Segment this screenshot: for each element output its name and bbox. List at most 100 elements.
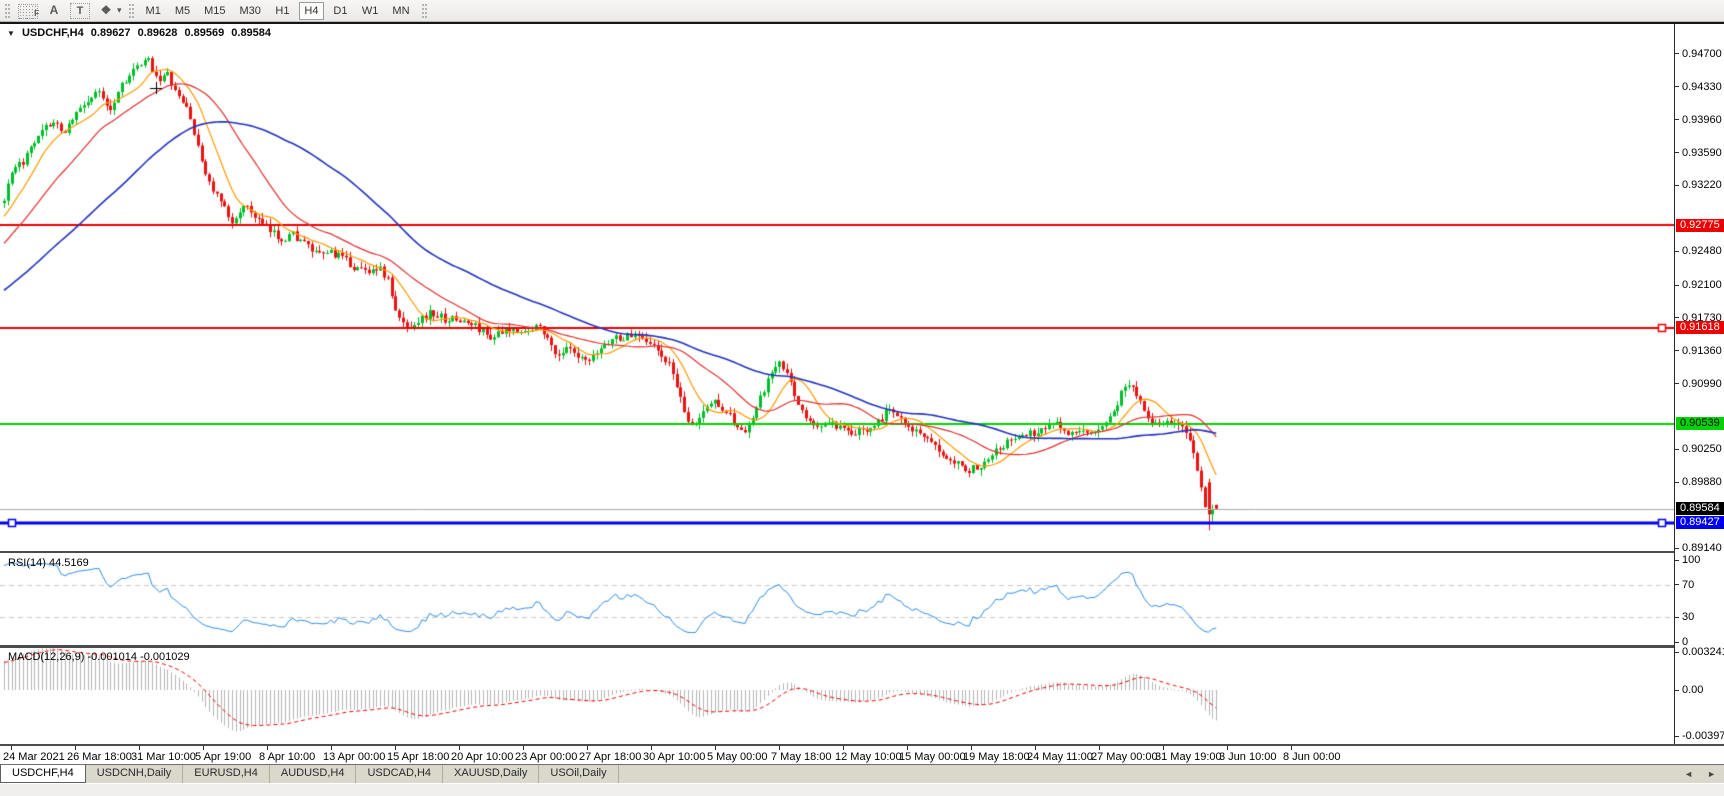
price-tick-label: 0.93220 [1682,179,1722,192]
timeframe-button-mn[interactable]: MN [387,2,414,20]
chart-ohlc-header: ▼ USDCHF,H4 0.89627 0.89628 0.89569 0.89… [7,27,275,39]
chart-tab-xauusd[interactable]: XAUUSD,Daily [443,765,540,783]
chart-tab-bar: USDCHF,H4 USDCNH,Daily EURUSD,H4 AUDUSD,H4 U… [0,764,1724,783]
price-tick-label: 0.94330 [1682,80,1722,93]
tab-scroll-right-icon[interactable]: ► [1707,768,1716,780]
timeframe-button-m1[interactable]: M1 [141,2,166,20]
toolbar-grip[interactable] [5,3,10,18]
macd-tick-mark [1675,651,1679,653]
chart-tab-strip: USDCHF,H4 USDCNH,Daily EURUSD,H4 AUDUSD,H4 U… [0,765,619,783]
price-tick-mark [1675,152,1679,154]
time-tick-label: 27 Apr 18:00 [579,751,642,763]
timeframe-button-h1[interactable]: H1 [270,2,295,20]
chart-tab-audusd[interactable]: AUDUSD,H4 [270,765,357,783]
price-tick-mark [1675,317,1679,319]
time-tick-label: 26 Mar 18:00 [67,751,132,763]
time-tick-mark [971,746,972,750]
time-tick-label: 31 May 19:00 [1155,751,1222,763]
mt4-terminal-window: F A T ❖ ▾ M1 M5 M15 M30 H1 H4 D1 W1 MN ▼ USDCHF,… [0,0,1724,796]
price-tick-mark [1675,53,1679,55]
toolbar-grip[interactable] [421,3,427,18]
price-tick-mark [1675,383,1679,385]
rsi-indicator-canvas[interactable] [0,553,1674,645]
time-tick-label: 19 May 18:00 [963,751,1030,763]
price-tick-mark [1675,547,1679,549]
time-tick-mark [715,746,716,750]
shapes-tool-icon[interactable]: ❖ [96,2,116,20]
timeframe-button-d1[interactable]: D1 [328,2,353,20]
time-tick-mark [587,746,588,750]
time-tick-mark [1291,746,1292,750]
chart-tab-usdchf[interactable]: USDCHF,H4 [0,765,86,783]
price-tick-mark [1675,284,1679,286]
time-tick-label: 30 Apr 10:00 [643,751,706,763]
price-tick-mark [1675,448,1679,450]
price-level-label: 0.89584 [1676,502,1724,516]
price-tick-label: 0.92100 [1682,279,1722,291]
macd-indicator-canvas[interactable] [0,648,1674,744]
timeframe-button-m5[interactable]: M5 [170,2,195,20]
macd-tick-label: 0.003241 [1682,646,1724,659]
shapes-dropdown-caret-icon[interactable]: ▾ [117,5,122,16]
time-tick-label: 20 Apr 10:00 [451,751,514,763]
time-tick-label: 5 Apr 19:00 [195,751,252,763]
time-tick-label: 24 May 11:00 [1027,751,1093,763]
price-tick-label: 0.94700 [1682,47,1722,60]
chart-tab-usdcnh[interactable]: USDCNH,Daily [86,765,184,783]
time-tick-label: 7 May 18:00 [771,751,832,763]
time-tick-mark [395,746,396,750]
tab-scroll-left-icon[interactable]: ◄ [1684,768,1693,780]
time-tick-mark [523,746,524,750]
symbol-label: USDCHF,H4 [21,27,84,39]
fibonacci-grid-tool-icon[interactable]: F [18,4,39,19]
time-tick-mark [843,746,844,750]
label-tool-icon[interactable]: T [70,3,90,19]
rsi-tick-label: 30 [1682,611,1695,624]
price-level-label: 0.92775 [1676,218,1724,232]
chart-tab-usdcad[interactable]: USDCAD,H4 [356,765,444,783]
chart-tab-eurusd[interactable]: EURUSD,H4 [183,765,270,783]
timeframe-button-m30[interactable]: M30 [235,2,266,20]
symbol-collapse-icon[interactable]: ▼ [7,29,15,38]
top-toolbar: F A T ❖ ▾ M1 M5 M15 M30 H1 H4 D1 W1 MN [0,0,1724,22]
rsi-tick-mark [1675,641,1679,643]
macd-indicator-label: MACD(12,26,9) -0.001014 -0.001029 [8,651,190,663]
status-strip [0,783,1724,796]
toolbar-grip[interactable] [128,3,134,18]
time-tick-label: 31 Mar 10:00 [131,751,196,763]
price-tick-label: 0.89880 [1682,476,1722,489]
timeframe-button-h4[interactable]: H4 [298,1,324,20]
time-tick-label: 15 Apr 18:00 [387,751,450,763]
price-tick-label: 0.92480 [1682,245,1722,258]
time-tick-mark [1099,746,1100,750]
time-tick-mark [331,746,332,750]
rsi-tick-mark [1675,616,1679,618]
macd-tick-mark [1675,735,1679,737]
price-tick-label: 0.90250 [1682,443,1722,456]
time-axis[interactable]: 24 Mar 2021 26 Mar 18:00 31 Mar 10:00 5 Apr… [0,746,1724,764]
price-tick-label: 0.91360 [1682,344,1722,357]
macd-tick-label: -0.003976 [1682,730,1724,742]
main-price-chart-canvas[interactable] [0,24,1674,551]
timeframe-button-m15[interactable]: M15 [199,2,230,20]
panel-divider[interactable] [0,645,1724,648]
time-tick-label: 27 May 00:00 [1091,751,1158,763]
panel-divider[interactable] [0,551,1724,553]
time-tick-label: 12 May 10:00 [835,751,902,763]
fibonacci-letter: F [34,9,39,18]
price-axis[interactable]: 0.94700 0.94330 0.93960 0.93590 0.93220 0.924… [1674,24,1724,744]
time-tick-label: 5 May 00:00 [707,751,768,763]
timeframe-button-w1[interactable]: W1 [357,2,384,20]
rsi-indicator-label: RSI(14) 44.5169 [8,557,89,569]
rsi-tick-mark [1675,559,1679,561]
price-tick-label: 0.93960 [1682,113,1722,126]
text-tool-icon[interactable]: A [44,2,64,20]
macd-tick-label: 0.00 [1682,684,1704,696]
time-tick-label: 3 Jun 10:00 [1219,751,1277,763]
price-level-label: 0.91618 [1676,321,1724,335]
time-tick-mark [779,746,780,750]
rsi-tick-label: 100 [1682,554,1701,566]
ohlc-high-value: 0.89628 [137,27,178,39]
chart-tab-usoil[interactable]: USOil,Daily [539,765,619,783]
ohlc-low-value: 0.89569 [184,27,225,39]
